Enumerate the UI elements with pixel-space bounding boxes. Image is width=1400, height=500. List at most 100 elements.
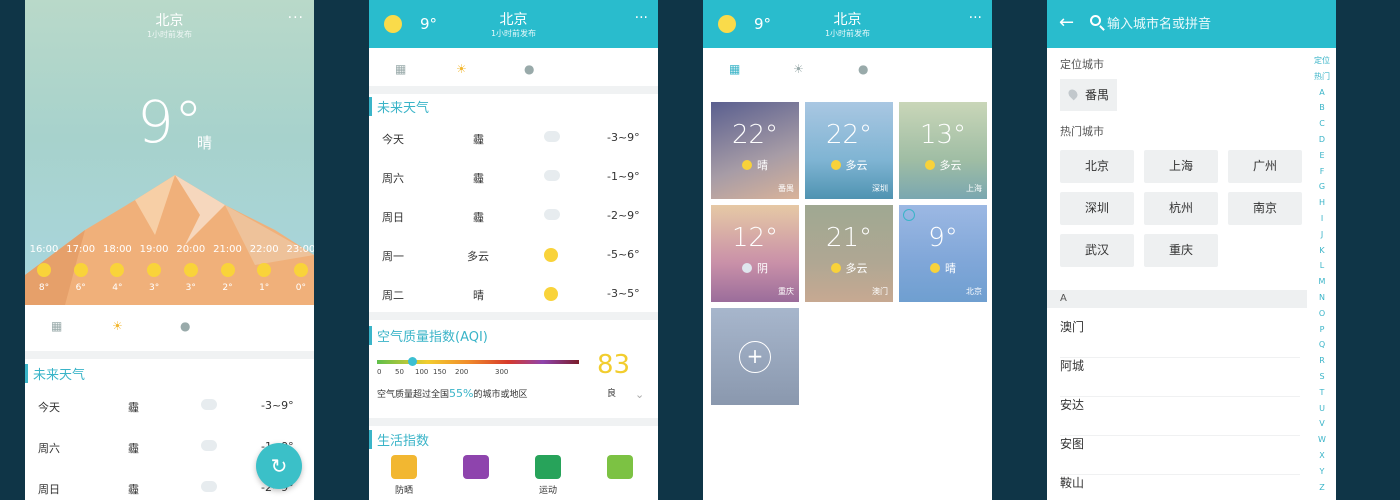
city-list-item[interactable]: 鞍山 [1060,474,1300,500]
tab-person-icon[interactable]: ● [180,319,190,333]
alphabet-index[interactable]: 定位 热门 A B C D E F G H I J K L M N O P Q R S T U V W X Y Z [1314,53,1330,495]
life-index-item[interactable] [595,455,645,483]
city-card[interactable]: 9° 晴北京 [899,205,987,302]
forecast-condition: 霾 [128,483,139,496]
back-arrow-icon[interactable]: ← [1059,12,1074,33]
weather-icon [930,263,940,273]
alphabet-index-item[interactable]: F [1314,164,1330,180]
city-list-item[interactable]: 安图 [1060,435,1300,475]
card-condition: 晴 [711,157,799,173]
alphabet-index-item[interactable]: N [1314,290,1330,306]
alphabet-index-item[interactable]: X [1314,448,1330,464]
haze-cloud-icon [544,131,560,142]
alphabet-index-item[interactable]: T [1314,385,1330,401]
tab-person-icon[interactable]: ● [524,62,534,76]
city-card[interactable]: 22° 晴番禺 [711,102,799,199]
city-list-item[interactable]: 安达 [1060,396,1300,436]
alphabet-index-item[interactable]: 定位 [1314,53,1330,69]
search-input[interactable] [1107,14,1307,34]
forecast-range: -3~9° [261,399,294,412]
alphabet-index-item[interactable]: B [1314,100,1330,116]
city-card[interactable]: 22° 多云 深圳 [805,102,893,199]
alphabet-index-item[interactable]: U [1314,401,1330,417]
more-icon[interactable]: ··· [635,10,648,26]
hot-city-chip[interactable]: 北京 [1060,150,1134,183]
weather-icon [742,160,752,170]
hot-city-chip[interactable]: 广州 [1228,150,1302,183]
tab-sun-icon[interactable]: ☀ [456,62,467,76]
more-icon[interactable]: ··· [288,10,304,26]
hot-city-chip[interactable]: 重庆 [1144,234,1218,267]
alphabet-index-item[interactable]: S [1314,369,1330,385]
forecast-day: 周日 [382,211,404,224]
alphabet-index-item[interactable]: O [1314,306,1330,322]
card-condition-text: 多云 [939,159,962,172]
life-index-item[interactable]: 防晒 [379,455,429,496]
refresh-button[interactable]: ↻ [256,443,302,489]
screen-weather-home: 北京 1小时前发布 ··· 9° 晴 16:00 8° 17:00 6° 18:00 4°… [25,0,314,500]
section-title-forecast: 未来天气 [25,364,85,383]
city-card[interactable]: 13° 多云 上海 [899,102,987,199]
city-list-item[interactable]: 阿城 [1060,357,1300,397]
divider [369,312,658,320]
hot-city-chip[interactable]: 杭州 [1144,192,1218,225]
alphabet-index-item[interactable]: A [1314,85,1330,101]
alphabet-index-item[interactable]: I [1314,211,1330,227]
alphabet-index-item[interactable]: G [1314,179,1330,195]
tab-building-icon[interactable]: ▦ [395,62,406,76]
city-list-item[interactable]: 澳门 [1060,318,1300,358]
located-city-label: 定位城市 [1060,58,1104,71]
card-condition: 阴 [711,260,799,276]
tab-sun-icon[interactable]: ☀ [793,62,804,76]
forecast-day: 今天 [382,133,404,146]
add-city-card[interactable]: + [711,308,799,405]
hot-city-chip[interactable]: 上海 [1144,150,1218,183]
hot-city-chip[interactable]: 深圳 [1060,192,1134,225]
hot-city-chip[interactable]: 南京 [1228,192,1302,225]
more-icon[interactable]: ··· [969,10,982,26]
alphabet-index-item[interactable]: D [1314,132,1330,148]
life-icon [535,455,561,479]
sun-icon [293,263,308,277]
alphabet-index-item[interactable]: E [1314,148,1330,164]
search-bar: ← [1047,0,1336,48]
alphabet-index-item[interactable]: Q [1314,337,1330,353]
add-city-button[interactable]: + [739,341,771,373]
alphabet-index-item[interactable]: H [1314,195,1330,211]
alphabet-index-item[interactable]: W [1314,432,1330,448]
located-city-chip[interactable]: 番禺 [1060,79,1117,111]
alphabet-index-item[interactable]: K [1314,243,1330,259]
card-city: 澳门 [872,287,888,296]
city-card[interactable]: 21° 多云 澳门 [805,205,893,302]
hour-time: 19:00 [139,244,169,255]
alphabet-index-item[interactable]: J [1314,227,1330,243]
card-condition-text: 晴 [945,262,956,275]
alphabet-index-item[interactable]: Z [1314,480,1330,496]
forecast-condition: 多云 [467,250,489,263]
city-card[interactable]: 12° 阴重庆 [711,205,799,302]
aqi-level: 良 [607,389,617,399]
tab-sun-icon[interactable]: ☀ [112,319,123,333]
alphabet-index-item[interactable]: P [1314,322,1330,338]
card-city: 深圳 [872,184,888,193]
alphabet-index-item[interactable]: V [1314,416,1330,432]
location-pin-icon [1066,87,1080,101]
alphabet-index-item[interactable]: 热门 [1314,69,1330,85]
weather-icon [924,160,935,170]
expand-chevron-icon[interactable]: ⌄ [635,388,644,401]
alphabet-index-item[interactable]: C [1314,116,1330,132]
tab-person-icon[interactable]: ● [858,62,868,76]
forecast-condition: 霾 [473,211,484,224]
life-index-item[interactable]: 运动 [523,455,573,496]
alphabet-index-item[interactable]: M [1314,274,1330,290]
forecast-condition: 霾 [128,442,139,455]
tab-building-icon[interactable]: ▦ [51,319,62,333]
alphabet-index-item[interactable]: L [1314,258,1330,274]
life-index-item[interactable] [451,455,501,483]
hot-city-chip[interactable]: 武汉 [1060,234,1134,267]
hour-temp: 3° [148,283,160,293]
alphabet-index-item[interactable]: R [1314,353,1330,369]
tab-building-icon[interactable]: ▦ [729,62,740,76]
alphabet-index-item[interactable]: Y [1314,464,1330,480]
hour-time: 23:00 [286,244,314,255]
